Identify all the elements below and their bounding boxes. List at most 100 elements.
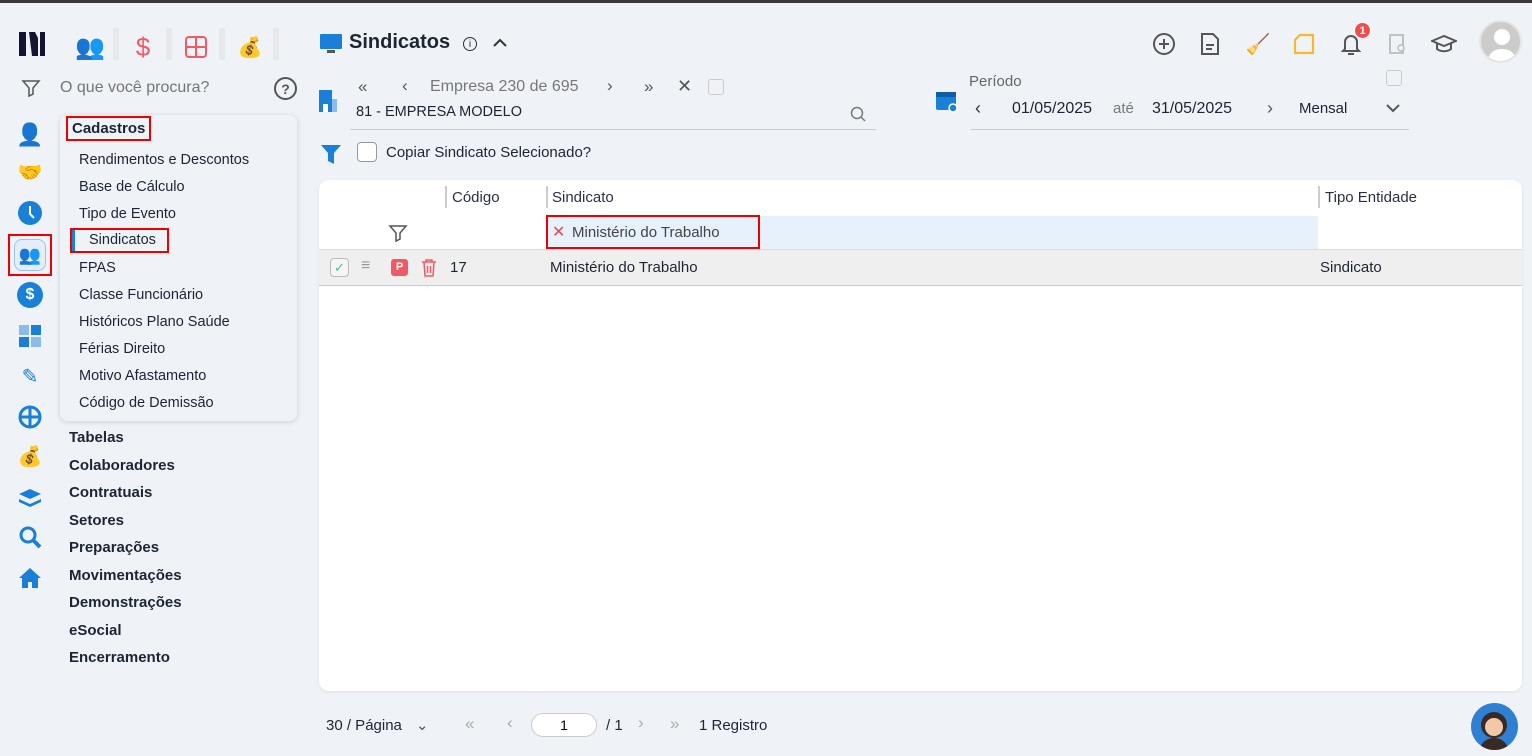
periodo-checkbox[interactable] — [1386, 70, 1402, 86]
filter-icon[interactable] — [388, 223, 408, 248]
money-bag-icon[interactable]: 💰 — [230, 31, 270, 63]
page-input[interactable] — [531, 713, 597, 737]
periodo-field[interactable]: ‹ 01/05/2025 até 31/05/2025 › Mensal — [971, 95, 1409, 130]
tools-icon[interactable]: ✎ — [14, 360, 46, 392]
menu-group[interactable]: Encerramento — [69, 649, 170, 666]
document-icon[interactable] — [1196, 30, 1224, 58]
menu-group[interactable]: Demonstrações — [69, 594, 182, 611]
dollar-circle-icon[interactable]: $ — [14, 279, 46, 311]
graduation-cap-icon[interactable] — [1430, 30, 1458, 58]
assistant-avatar[interactable] — [1471, 703, 1518, 750]
prev-empresa-button[interactable]: ‹ — [402, 76, 408, 96]
menu-group[interactable]: Tabelas — [69, 429, 124, 446]
sindicato-filter[interactable]: ✕ Ministério do Trabalho — [546, 215, 760, 249]
cell-sindicato: Ministério do Trabalho — [550, 259, 698, 276]
menu-group[interactable]: Colaboradores — [69, 457, 175, 474]
chevron-down-icon[interactable] — [1385, 101, 1401, 119]
filter-icon[interactable] — [320, 143, 342, 170]
dollar-icon[interactable]: $ — [123, 31, 163, 63]
menu-item-active[interactable]: Sindicatos — [70, 228, 169, 253]
per-page-select[interactable]: 30 / Página ⌄ — [326, 716, 428, 734]
empresa-field[interactable]: 81 - EMPRESA MODELO — [350, 97, 876, 130]
cell-tipo-entidade: Sindicato — [1320, 259, 1382, 276]
search-input[interactable] — [60, 75, 260, 101]
search-icon[interactable] — [850, 106, 866, 127]
report-search-icon[interactable] — [1384, 30, 1412, 58]
menu-item[interactable]: Históricos Plano Saúde — [79, 314, 230, 330]
column-divider[interactable] — [546, 186, 548, 208]
calculator-icon[interactable] — [176, 31, 216, 63]
last-empresa-button[interactable]: » — [644, 77, 653, 97]
delete-icon[interactable] — [421, 258, 437, 282]
calculator-icon[interactable] — [14, 320, 46, 352]
drag-handle-icon[interactable]: ≡ — [361, 257, 370, 275]
help-icon[interactable]: ? — [274, 77, 297, 100]
menu-item[interactable]: Rendimentos e Descontos — [79, 152, 249, 168]
broom-icon[interactable]: 🧹 — [1244, 30, 1272, 58]
clock-icon[interactable] — [14, 197, 46, 229]
chevron-up-icon[interactable] — [490, 33, 510, 58]
period-from[interactable]: 01/05/2025 — [1012, 100, 1092, 118]
chevron-down-icon: ⌄ — [415, 717, 429, 734]
column-header-codigo[interactable]: Código — [452, 189, 500, 206]
add-icon[interactable] — [1150, 30, 1178, 58]
next-page-button[interactable]: › — [638, 713, 644, 733]
period-mode[interactable]: Mensal — [1299, 100, 1347, 117]
menu-item[interactable]: Motivo Afastamento — [79, 368, 206, 384]
periodo-label: Período — [969, 73, 1022, 90]
column-divider[interactable] — [1318, 186, 1320, 208]
menu-item[interactable]: Classe Funcionário — [79, 287, 203, 303]
menu-group[interactable]: Movimentações — [69, 567, 182, 584]
menu-group[interactable]: Setores — [69, 512, 124, 529]
column-header-sindicato[interactable]: Sindicato — [552, 189, 614, 206]
menu-group[interactable]: Preparações — [69, 539, 159, 556]
divider — [113, 28, 119, 60]
period-to[interactable]: 31/05/2025 — [1152, 100, 1232, 118]
notification-badge: 1 — [1354, 22, 1371, 39]
next-period-button[interactable]: › — [1267, 98, 1273, 119]
home-icon[interactable] — [14, 562, 46, 594]
copy-checkbox[interactable] — [357, 142, 377, 162]
prev-page-button[interactable]: ‹ — [507, 713, 513, 733]
network-icon[interactable] — [14, 401, 46, 433]
column-header-tipo-entidade[interactable]: Tipo Entidade — [1325, 189, 1417, 206]
column-divider[interactable] — [445, 186, 447, 208]
money-bag-icon[interactable]: 💰 — [14, 440, 46, 472]
user-avatar[interactable] — [1479, 20, 1522, 63]
first-page-button[interactable]: « — [465, 714, 474, 734]
prev-period-button[interactable]: ‹ — [975, 98, 981, 119]
filter-icon[interactable] — [20, 77, 42, 99]
menu-title[interactable]: Cadastros — [65, 116, 152, 141]
layers-icon[interactable] — [14, 482, 46, 514]
next-empresa-button[interactable]: › — [607, 76, 613, 96]
search-icon[interactable] — [14, 521, 46, 553]
menu-item[interactable]: Código de Demissão — [79, 395, 214, 411]
menu-item-label: Sindicatos — [89, 232, 156, 248]
last-page-button[interactable]: » — [670, 714, 679, 734]
people-icon[interactable]: 👥 — [70, 31, 110, 63]
clear-filter-icon[interactable]: ✕ — [552, 222, 565, 242]
note-icon[interactable] — [1290, 30, 1318, 58]
menu-group[interactable]: eSocial — [69, 622, 122, 639]
row-checkbox[interactable]: ✓ — [330, 258, 349, 277]
users-icon[interactable]: 👥 — [8, 234, 52, 276]
info-icon[interactable]: i — [463, 37, 477, 51]
menu-item[interactable]: Base de Cálculo — [79, 179, 185, 195]
monitor-icon — [319, 33, 343, 60]
menu-item[interactable]: FPAS — [79, 260, 116, 276]
first-empresa-button[interactable]: « — [358, 77, 367, 97]
empresa-checkbox[interactable] — [708, 79, 724, 95]
table-row[interactable]: ✓ ≡ P 17 Ministério do Trabalho Sindicat… — [319, 250, 1522, 286]
filter-value[interactable]: Ministério do Trabalho — [572, 224, 720, 241]
cell-codigo: 17 — [450, 259, 467, 276]
user-settings-icon[interactable]: 👤 — [14, 119, 46, 151]
period-sep: até — [1113, 100, 1134, 117]
clear-empresa-icon[interactable]: ✕ — [677, 76, 692, 97]
handshake-icon[interactable]: 🤝 — [14, 156, 46, 188]
divider — [219, 28, 225, 60]
copy-label[interactable]: Copiar Sindicato Selecionado? — [386, 144, 591, 161]
record-count: 1 Registro — [699, 717, 768, 734]
menu-item[interactable]: Férias Direito — [79, 341, 165, 357]
menu-group[interactable]: Contratuais — [69, 484, 152, 501]
menu-item[interactable]: Tipo de Evento — [79, 206, 176, 222]
